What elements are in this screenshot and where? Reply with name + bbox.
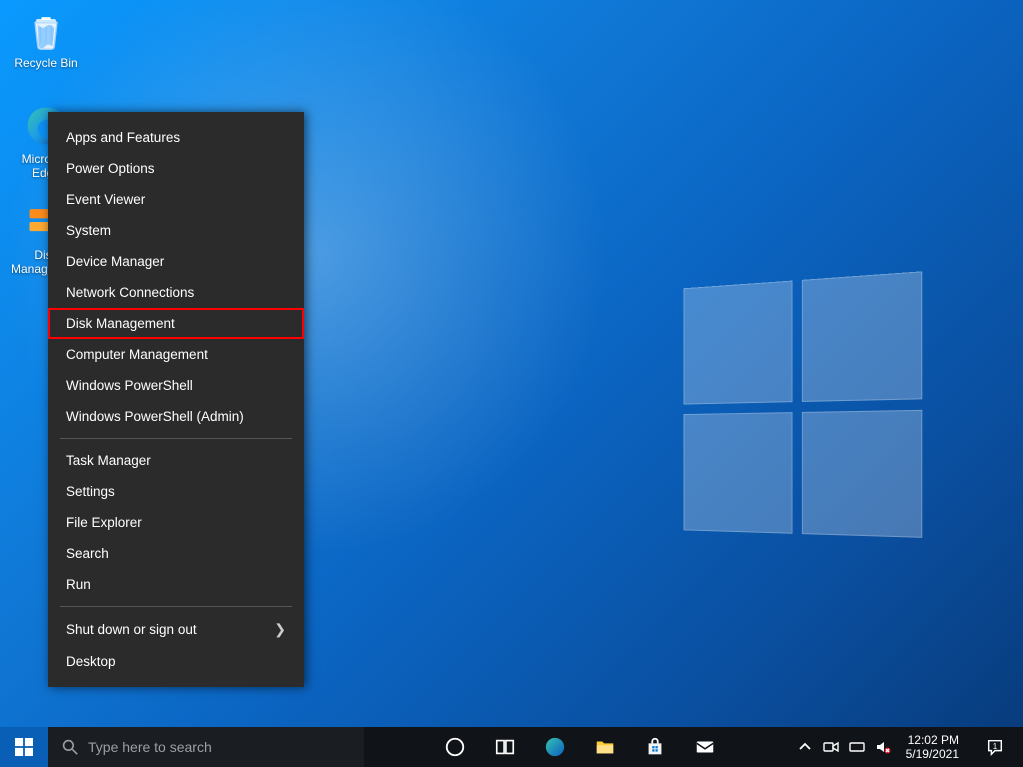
winx-item-search[interactable]: Search (48, 538, 304, 569)
chevron-right-icon: ❯ (274, 621, 286, 638)
action-center[interactable]: 1 (973, 727, 1017, 767)
menu-label: Settings (66, 484, 115, 499)
edge-icon (544, 736, 566, 758)
menu-label: Desktop (66, 654, 116, 669)
winx-item-device-manager[interactable]: Device Manager (48, 246, 304, 277)
menu-separator (60, 606, 292, 607)
winx-item-event-viewer[interactable]: Event Viewer (48, 184, 304, 215)
winx-item-settings[interactable]: Settings (48, 476, 304, 507)
menu-label: Power Options (66, 161, 155, 176)
task-view-icon (494, 736, 516, 758)
winx-item-file-explorer[interactable]: File Explorer (48, 507, 304, 538)
svg-text:1: 1 (993, 742, 998, 751)
winx-item-run[interactable]: Run (48, 569, 304, 600)
desktop[interactable]: Recycle Bin Microsoft Edge Disk Manageme… (0, 0, 1023, 727)
winx-item-system[interactable]: System (48, 215, 304, 246)
chevron-up-icon (797, 739, 813, 755)
menu-label: Windows PowerShell (Admin) (66, 409, 244, 424)
keyboard-icon (849, 739, 865, 755)
menu-label: Event Viewer (66, 192, 145, 207)
winx-item-powershell-admin[interactable]: Windows PowerShell (Admin) (48, 401, 304, 432)
winx-item-disk-management[interactable]: Disk Management (48, 308, 304, 339)
taskbar-pinned-apps (364, 727, 796, 767)
taskbar-task-view[interactable] (482, 727, 528, 767)
wallpaper-windows-logo (684, 271, 929, 545)
winx-item-powershell[interactable]: Windows PowerShell (48, 370, 304, 401)
mail-icon (694, 736, 716, 758)
start-button[interactable] (0, 727, 48, 767)
menu-label: Run (66, 577, 91, 592)
winx-item-shutdown-signout[interactable]: Shut down or sign out ❯ (48, 613, 304, 646)
search-icon (62, 739, 78, 755)
menu-label: Search (66, 546, 109, 561)
system-tray: 12:02 PM 5/19/2021 1 (796, 727, 1023, 767)
tray-meet-now[interactable] (822, 738, 840, 756)
winx-item-network-connections[interactable]: Network Connections (48, 277, 304, 308)
taskbar-mail[interactable] (682, 727, 728, 767)
windows-logo-icon (15, 738, 33, 756)
taskbar-search[interactable]: Type here to search (48, 727, 364, 767)
taskbar: Type here to search (0, 727, 1023, 767)
clock-time: 12:02 PM (906, 733, 959, 747)
volume-muted-icon (875, 739, 891, 755)
tray-volume[interactable] (874, 738, 892, 756)
menu-label: Network Connections (66, 285, 194, 300)
camera-icon (823, 739, 839, 755)
file-explorer-icon (594, 736, 616, 758)
menu-label: Device Manager (66, 254, 164, 269)
winx-item-desktop[interactable]: Desktop (48, 646, 304, 677)
menu-label: Shut down or sign out (66, 622, 197, 637)
taskbar-store[interactable] (632, 727, 678, 767)
menu-separator (60, 438, 292, 439)
menu-label: Disk Management (66, 316, 175, 331)
menu-label: File Explorer (66, 515, 142, 530)
desktop-icon-label: Recycle Bin (14, 56, 77, 70)
tray-input-indicator[interactable] (848, 738, 866, 756)
search-placeholder: Type here to search (88, 739, 212, 755)
menu-label: Computer Management (66, 347, 208, 362)
recycle-bin-icon (24, 8, 68, 52)
taskbar-file-explorer[interactable] (582, 727, 628, 767)
menu-label: Apps and Features (66, 130, 180, 145)
store-icon (644, 736, 666, 758)
cortana-icon (444, 736, 466, 758)
taskbar-clock[interactable]: 12:02 PM 5/19/2021 (900, 733, 965, 761)
tray-overflow[interactable] (796, 738, 814, 756)
taskbar-cortana[interactable] (432, 727, 478, 767)
winx-item-task-manager[interactable]: Task Manager (48, 445, 304, 476)
notification-icon: 1 (986, 738, 1004, 756)
menu-label: Windows PowerShell (66, 378, 193, 393)
clock-date: 5/19/2021 (906, 747, 959, 761)
desktop-icon-recycle-bin[interactable]: Recycle Bin (6, 8, 86, 70)
taskbar-edge[interactable] (532, 727, 578, 767)
menu-label: Task Manager (66, 453, 151, 468)
winx-item-apps-and-features[interactable]: Apps and Features (48, 122, 304, 153)
winx-menu: Apps and Features Power Options Event Vi… (48, 112, 304, 687)
winx-item-power-options[interactable]: Power Options (48, 153, 304, 184)
winx-item-computer-management[interactable]: Computer Management (48, 339, 304, 370)
menu-label: System (66, 223, 111, 238)
